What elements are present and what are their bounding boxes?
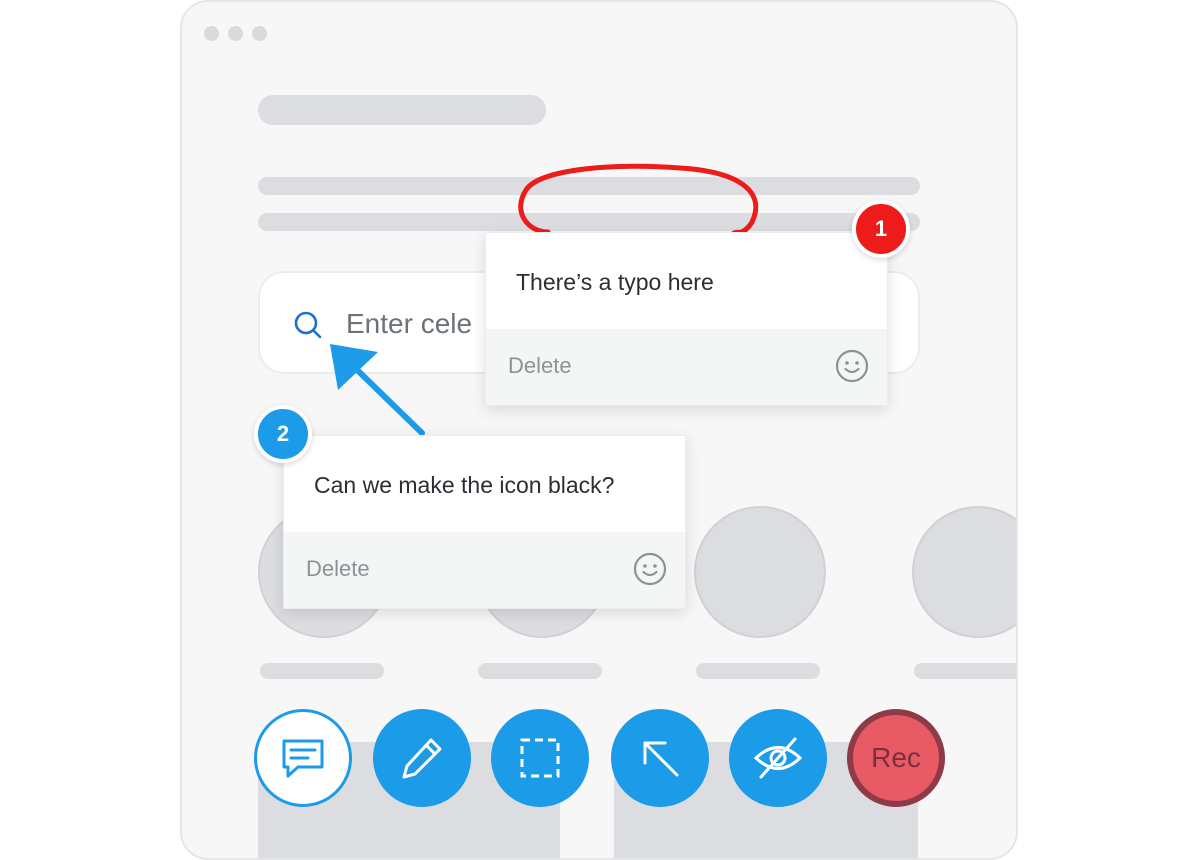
placeholder-title <box>258 95 546 125</box>
comment-text: Can we make the icon black? <box>314 472 615 498</box>
delete-comment-button[interactable]: Delete <box>306 556 370 582</box>
record-button[interactable]: Rec <box>847 709 945 807</box>
smiley-icon[interactable] <box>633 552 667 586</box>
selection-icon <box>520 738 560 778</box>
placeholder-text-line <box>258 177 920 195</box>
pencil-icon <box>402 738 442 779</box>
window-dot-2 <box>228 26 243 41</box>
smiley-icon[interactable] <box>835 349 869 383</box>
selection-tool-button[interactable] <box>491 709 589 807</box>
avatar-placeholder <box>912 506 1016 638</box>
placeholder-text-line <box>258 213 920 231</box>
record-label: Rec <box>871 742 921 773</box>
comment-number-badge-2[interactable]: 2 <box>254 405 312 463</box>
search-icon <box>294 311 322 339</box>
placeholder-label <box>478 663 602 679</box>
comment-footer: Delete <box>486 329 887 405</box>
window-dot-1 <box>204 26 219 41</box>
eye-off-icon <box>753 737 803 779</box>
comment-number-badge-1[interactable]: 1 <box>852 200 910 258</box>
placeholder-label <box>260 663 384 679</box>
comment-card-1[interactable]: There’s a typo here Delete <box>485 232 888 406</box>
pen-tool-button[interactable] <box>373 709 471 807</box>
placeholder-label <box>696 663 820 679</box>
window-dot-3 <box>252 26 267 41</box>
delete-comment-button[interactable]: Delete <box>508 353 572 379</box>
arrow-icon <box>643 741 679 777</box>
placeholder-label <box>914 663 1016 679</box>
comment-footer: Delete <box>284 532 685 608</box>
comment-tool-button[interactable] <box>254 709 352 807</box>
hide-annotations-button[interactable] <box>729 709 827 807</box>
comment-card-2[interactable]: Can we make the icon black? Delete <box>283 435 686 609</box>
arrow-tool-button[interactable] <box>611 709 709 807</box>
comment-text: There’s a typo here <box>516 269 714 295</box>
avatar-placeholder <box>694 506 826 638</box>
comment-icon <box>282 739 324 778</box>
